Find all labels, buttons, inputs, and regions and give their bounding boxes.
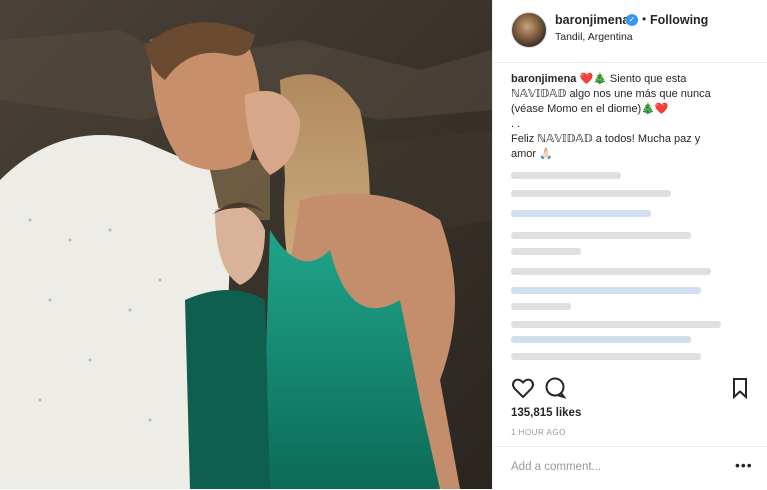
caption-line-3: (véase Momo en el diome)🎄❤️ [511, 103, 669, 115]
comment-input[interactable]: Add a comment... [511, 461, 601, 473]
blurred-comment [511, 190, 671, 197]
post-photo[interactable] [0, 0, 492, 489]
blurred-comment [511, 268, 711, 275]
blurred-comment [511, 210, 651, 217]
blurred-comment [511, 321, 721, 328]
caption-username[interactable]: baronjimena [511, 73, 576, 85]
caption-line-2: ℕ𝔸𝕍𝕀𝔻𝔸𝔻 algo nos une más que nunca [511, 88, 711, 100]
verified-badge-icon: ✓ [626, 14, 638, 26]
location-link[interactable]: Tandil, Argentina [555, 31, 633, 43]
blurred-comment [511, 172, 621, 179]
blurred-comment [511, 287, 701, 294]
comment-icon[interactable] [543, 376, 567, 400]
action-bar [493, 370, 767, 406]
caption-line-5: Feliz ℕ𝔸𝕍𝕀𝔻𝔸𝔻 a todos! Mucha paz y [511, 133, 701, 145]
blurred-comment [511, 232, 691, 239]
separator-dot: • [642, 12, 647, 26]
blurred-comment [511, 248, 581, 255]
more-options-icon[interactable]: ••• [735, 457, 753, 473]
heart-icon[interactable] [511, 376, 535, 400]
post-details-panel: baronjimena ✓ • Following Tandil, Argent… [492, 0, 767, 489]
caption-line-6: amor 🙏🏻 [511, 148, 553, 160]
photo-illustration [0, 0, 492, 489]
blurred-comment [511, 353, 701, 360]
blurred-comment [511, 303, 571, 310]
likes-count[interactable]: 135,815 likes [511, 407, 581, 419]
blurred-comment [511, 336, 691, 343]
bookmark-icon[interactable] [728, 376, 752, 400]
post-timestamp: 1 HOUR AGO [511, 428, 566, 437]
avatar[interactable] [511, 12, 547, 48]
username-link[interactable]: baronjimena [555, 13, 629, 27]
caption-line-4: . . [511, 118, 521, 130]
following-button[interactable]: Following [650, 13, 708, 27]
post-header: baronjimena ✓ • Following Tandil, Argent… [493, 0, 767, 63]
caption: baronjimena ❤️🎄 Siento que esta ℕ𝔸𝕍𝕀𝔻𝔸𝔻 … [511, 72, 751, 162]
comment-box: Add a comment... ••• [493, 446, 767, 490]
caption-line-1: ❤️🎄 Siento que esta [579, 73, 687, 85]
